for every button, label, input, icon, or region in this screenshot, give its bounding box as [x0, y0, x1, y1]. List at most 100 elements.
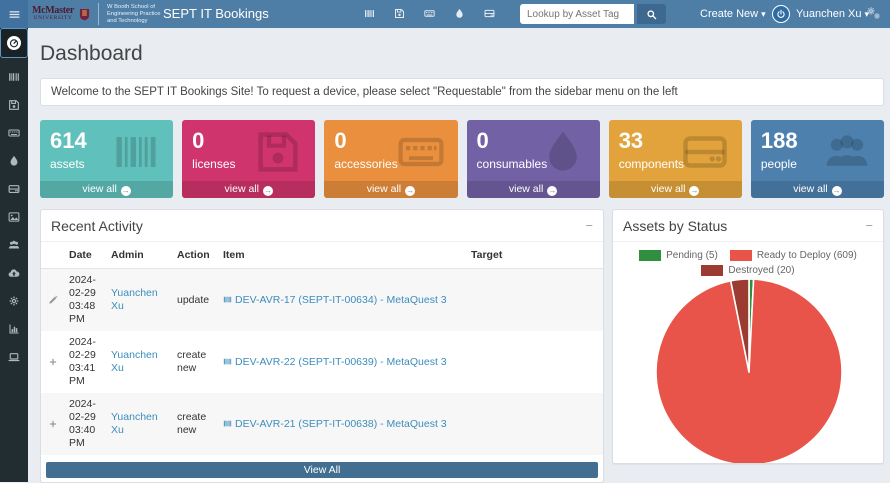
admin-settings-button[interactable]: [866, 6, 882, 22]
col-action[interactable]: Action: [173, 242, 219, 269]
hdd-icon: [8, 183, 20, 195]
gear-icon: [8, 295, 20, 307]
chevron-down-icon: ▾: [761, 9, 766, 19]
search-button[interactable]: [637, 4, 666, 24]
sidebar-item-licenses[interactable]: [0, 91, 28, 119]
col-icon: [41, 242, 65, 269]
col-item[interactable]: Item: [219, 242, 467, 269]
activity-action: update: [173, 269, 219, 332]
recent-activity-panel: Recent Activity − Date Admin Action Item…: [40, 209, 604, 483]
stat-card-assets: 614 assets view all→: [40, 120, 173, 198]
consumables-droplet-icon[interactable]: [454, 8, 465, 19]
activity-date: 2024-02-29 03:41 PM: [65, 331, 107, 393]
sidebar-item-import[interactable]: [0, 259, 28, 287]
quick-nav-icons: [364, 8, 495, 19]
main-content: Dashboard Welcome to the SEPT IT Booking…: [28, 28, 890, 482]
stat-card-components: 33 components view all→: [609, 120, 742, 198]
avatar[interactable]: [772, 5, 790, 23]
arrow-circle-right-icon: →: [832, 186, 842, 196]
item-link[interactable]: DEV-AVR-17 (SEPT-IT-00634) - MetaQuest 3: [235, 294, 447, 306]
view-all-link[interactable]: view all→: [182, 181, 315, 198]
activity-date: 2024-02-29 03:48 PM: [65, 269, 107, 332]
image-icon: [8, 211, 20, 223]
panels-row: Recent Activity − Date Admin Action Item…: [40, 209, 884, 483]
asset-tag-search: [520, 4, 666, 24]
assets-status-pie-chart: [613, 244, 884, 464]
view-all-button[interactable]: View All: [46, 462, 598, 478]
panel-title: Recent Activity: [51, 218, 143, 234]
pencil-icon: [48, 295, 58, 305]
barcode-icon: [223, 419, 232, 428]
admin-link[interactable]: Yuanchen Xu: [111, 411, 158, 436]
stat-card-accessories: 0 accessories view all→: [324, 120, 457, 198]
create-new-menu[interactable]: Create New▾: [700, 8, 766, 20]
sidebar-item-consumables[interactable]: [0, 147, 28, 175]
view-all-link[interactable]: view all→: [751, 181, 884, 198]
top-navbar: McMaster UNIVERSITY W Booth School of En…: [0, 0, 890, 28]
mcmaster-crest-icon: [79, 8, 90, 21]
sidebar-item-dashboard[interactable]: [0, 28, 28, 58]
brand-divider: [98, 3, 99, 25]
droplet-icon: [8, 155, 20, 167]
accessories-keyboard-icon[interactable]: [424, 8, 435, 19]
sidebar-item-settings[interactable]: [0, 287, 28, 315]
stat-label: consumables: [467, 154, 600, 171]
welcome-message: Welcome to the SEPT IT Bookings Site! To…: [40, 78, 884, 106]
arrow-circle-right-icon: →: [547, 186, 557, 196]
recent-activity-header: Recent Activity −: [41, 210, 603, 242]
barcode-icon: [223, 357, 232, 366]
stat-label: assets: [40, 154, 173, 171]
sidebar-toggle-button[interactable]: [0, 0, 28, 28]
stat-value: 0: [324, 120, 457, 154]
table-row: 2024-02-29 03:40 PM Yuanchen Xu create n…: [41, 393, 603, 455]
sidebar-item-accessories[interactable]: [0, 119, 28, 147]
stat-label: licenses: [182, 154, 315, 171]
item-link[interactable]: DEV-AVR-21 (SEPT-IT-00638) - MetaQuest 3: [235, 418, 447, 430]
stat-card-licenses: 0 licenses view all→: [182, 120, 315, 198]
assets-barcode-icon[interactable]: [364, 8, 375, 19]
keyboard-icon: [8, 127, 20, 139]
brand-logo[interactable]: McMaster UNIVERSITY W Booth School of En…: [32, 0, 169, 28]
sidebar-item-requestable[interactable]: [0, 343, 28, 371]
arrow-circle-right-icon: →: [689, 186, 699, 196]
sidebar-item-reports[interactable]: [0, 315, 28, 343]
admin-link[interactable]: Yuanchen Xu: [111, 287, 158, 312]
cloud-upload-icon: [8, 267, 20, 279]
search-icon: [646, 9, 657, 20]
view-all-link[interactable]: view all→: [609, 181, 742, 198]
view-all-link[interactable]: view all→: [40, 181, 173, 198]
col-target[interactable]: Target: [467, 242, 603, 269]
app-title[interactable]: SEPT IT Bookings: [163, 6, 269, 21]
components-hdd-icon[interactable]: [484, 8, 495, 19]
sidebar-item-people[interactable]: [0, 231, 28, 259]
page-title: Dashboard: [40, 42, 884, 66]
stat-value: 0: [182, 120, 315, 154]
collapse-button[interactable]: −: [865, 219, 873, 232]
hamburger-icon: [8, 8, 21, 21]
users-icon: [8, 239, 20, 251]
sidebar-item-predefined-kits[interactable]: [0, 203, 28, 231]
stat-label: people: [751, 154, 884, 171]
sidebar-item-components[interactable]: [0, 175, 28, 203]
sidebar-item-assets[interactable]: [0, 63, 28, 91]
col-admin[interactable]: Admin: [107, 242, 173, 269]
school-name: W Booth School of Engineering Practice a…: [107, 4, 169, 25]
chart-icon: [8, 323, 20, 335]
view-all-link[interactable]: view all→: [467, 181, 600, 198]
plus-icon: [48, 419, 58, 429]
plus-icon: [48, 357, 58, 367]
arrow-circle-right-icon: →: [121, 186, 131, 196]
col-date[interactable]: Date: [65, 242, 107, 269]
stat-value: 0: [467, 120, 600, 154]
stat-cards-row: 614 assets view all→ 0 licenses view all…: [40, 120, 884, 198]
admin-link[interactable]: Yuanchen Xu: [111, 349, 158, 374]
user-menu[interactable]: Yuanchen Xu▾: [796, 8, 869, 20]
asset-tag-search-input[interactable]: [520, 4, 634, 24]
view-all-link[interactable]: view all→: [324, 181, 457, 198]
collapse-button[interactable]: −: [585, 219, 593, 232]
stat-label: accessories: [324, 154, 457, 171]
activity-target: [467, 331, 603, 393]
laptop-icon: [8, 351, 20, 363]
item-link[interactable]: DEV-AVR-22 (SEPT-IT-00639) - MetaQuest 3: [235, 356, 447, 368]
licenses-floppy-icon[interactable]: [394, 8, 405, 19]
